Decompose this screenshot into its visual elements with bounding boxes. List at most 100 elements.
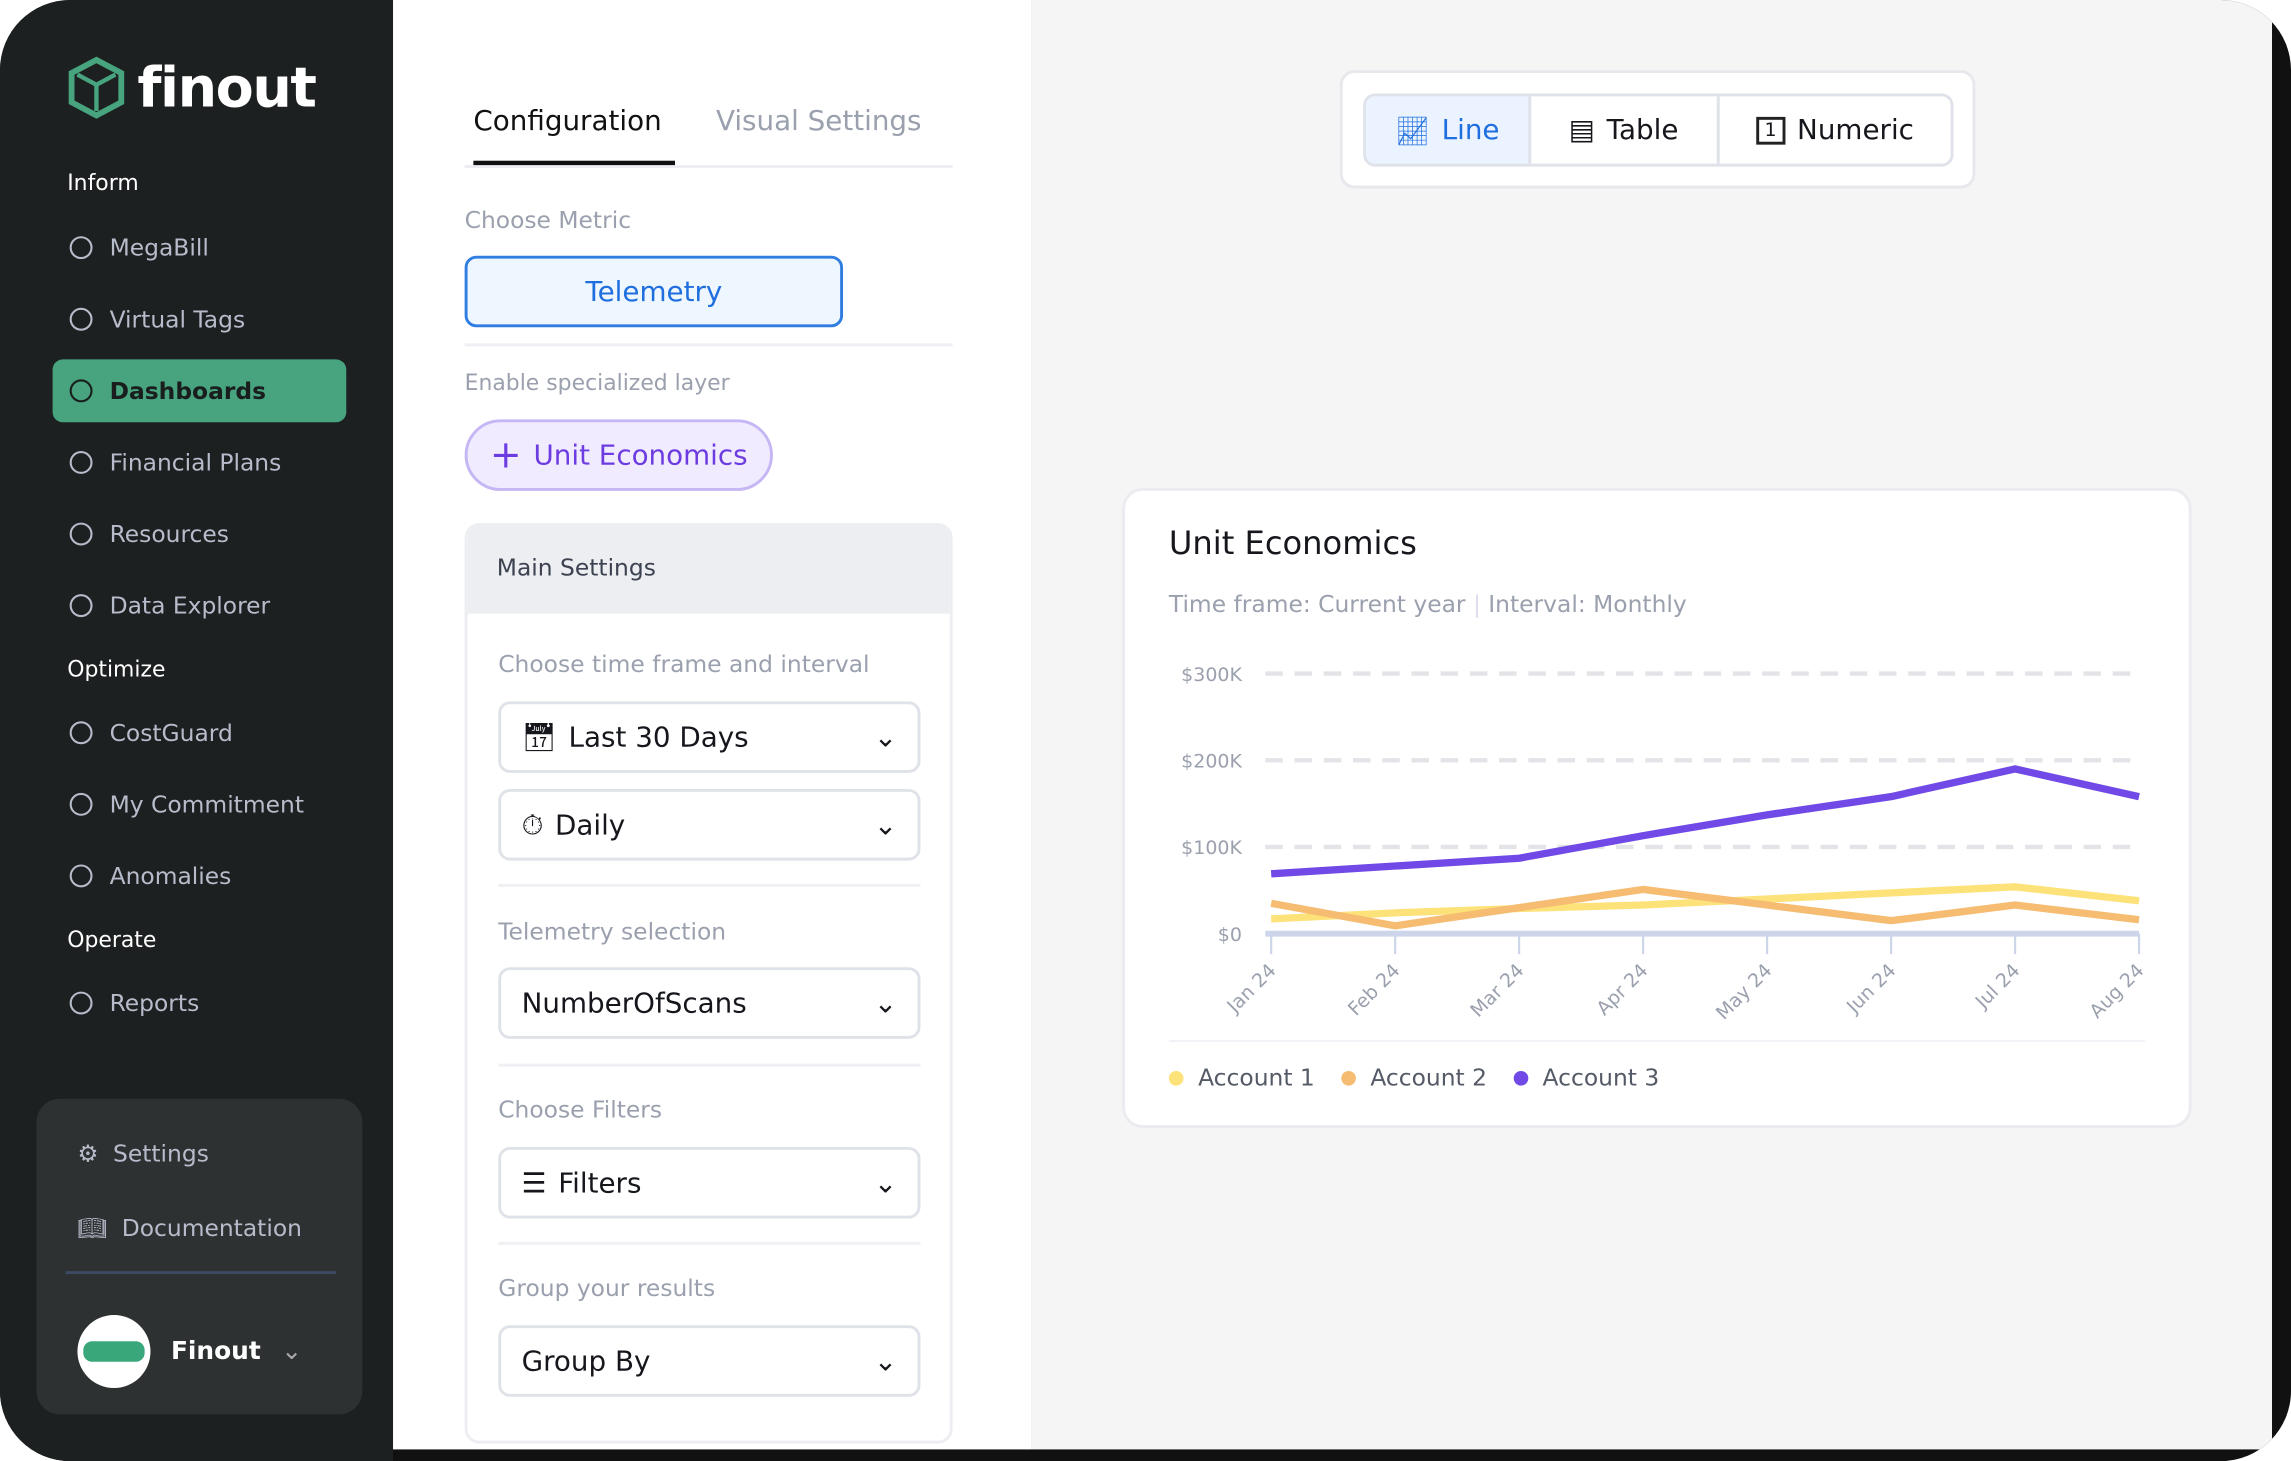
chart-card: Unit Economics Time frame: Current year …	[1122, 488, 2192, 1128]
clipboard-icon	[69, 991, 93, 1015]
sidebar-bottom-panel: ⚙ Settings 📖︎ Documentation Finout ⌄	[36, 1098, 363, 1415]
legend-label: Account 3	[1542, 1063, 1660, 1092]
app-window: finout Inform MegaBill Virtual Tags Dashboa…	[0, 0, 2291, 1461]
x-tick-label: Jul 24	[1971, 960, 2025, 1014]
sidebar-item-label: Dashboards	[109, 376, 267, 405]
tab-configuration[interactable]: Configuration	[473, 105, 676, 166]
x-tick-label: Apr 24	[1592, 960, 1652, 1020]
shield-check-icon	[69, 721, 93, 745]
line-view-button[interactable]: 📈︎ Line	[1366, 96, 1532, 164]
sidebar-item-costguard[interactable]: CostGuard	[53, 701, 347, 764]
table-icon	[69, 522, 93, 546]
sidebar-item-my-commitment[interactable]: My Commitment	[53, 773, 347, 836]
divider	[464, 343, 953, 347]
sidebar-item-label: Virtual Tags	[109, 305, 246, 334]
sidebar-item-resources[interactable]: Resources	[53, 503, 347, 566]
sidebar-item-label: Reports	[109, 989, 200, 1017]
chevron-down-icon: ⌄	[873, 986, 898, 1020]
y-tick-label: $100K	[1181, 837, 1242, 859]
legend-label: Account 1	[1198, 1063, 1315, 1092]
numeric-icon: 1	[1755, 116, 1786, 144]
user-menu[interactable]: Finout ⌄	[77, 1314, 302, 1389]
main-settings: Main Settings Choose time frame and inte…	[464, 523, 953, 1444]
settings-link[interactable]: ⚙ Settings	[77, 1140, 208, 1168]
series-line-3	[1270, 765, 2140, 878]
sidebar-item-reports[interactable]: Reports	[53, 972, 347, 1035]
group-by-select[interactable]: Group By ⌄	[498, 1325, 921, 1397]
y-tick-label: $300K	[1181, 664, 1242, 686]
chevron-down-icon: ⌄	[873, 1166, 898, 1199]
sidebar-item-megabill[interactable]: MegaBill	[53, 216, 347, 279]
y-tick-label: $0	[1218, 924, 1242, 946]
finout-cube-icon	[68, 56, 125, 119]
sidebar-item-data-explorer[interactable]: Data Explorer	[53, 574, 347, 637]
wallet-icon	[69, 792, 93, 816]
series-line-2	[1270, 885, 2140, 930]
sidebar-item-label: MegaBill	[109, 233, 209, 262]
chart-legend: Account 1 Account 2 Account 3	[1168, 1063, 1660, 1092]
telemetry-select[interactable]: NumberOfScans ⌄	[498, 967, 921, 1039]
sidebar-item-financial-plans[interactable]: Financial Plans	[53, 431, 347, 494]
specialized-layer-label: Enable specialized layer	[464, 369, 730, 396]
telemetry-button[interactable]: Telemetry	[464, 255, 844, 328]
documentation-link[interactable]: 📖︎ Documentation	[77, 1214, 302, 1242]
filters-label: Choose Filters	[498, 1095, 663, 1124]
legend-dot	[1341, 1070, 1356, 1085]
legend-item[interactable]: Account 3	[1513, 1063, 1660, 1092]
legend-item[interactable]: Account 2	[1341, 1063, 1488, 1092]
sidebar-item-virtual-tags[interactable]: Virtual Tags	[53, 288, 347, 351]
plus-icon: +	[489, 433, 522, 478]
x-tick-label: May 24	[1712, 960, 1777, 1025]
unit-economics-button[interactable]: + Unit Economics	[464, 419, 773, 491]
x-tick-label: Jan 24	[1222, 960, 1280, 1018]
chevron-down-icon: ⌄	[873, 1344, 898, 1378]
time-frame-select[interactable]: 📅︎ Last 30 Days ⌄	[498, 701, 921, 773]
sidebar-item-label: Anomalies	[109, 862, 232, 890]
logo[interactable]: finout	[64, 56, 317, 120]
view-toggle: 📈︎ Line ▤ Table 1 Numeric	[1339, 70, 1976, 189]
table-icon: ▤	[1568, 113, 1595, 147]
section-label: Inform	[67, 169, 139, 196]
x-tick-label: Aug 24	[2085, 960, 2148, 1023]
table-view-button[interactable]: ▤ Table	[1531, 96, 1720, 164]
interval-select[interactable]: ⏱︎ Daily ⌄	[498, 788, 921, 861]
book-icon: 📖︎	[77, 1214, 108, 1242]
y-tick-label: $200K	[1181, 751, 1242, 773]
dollar-circle-icon	[69, 236, 93, 260]
divider	[498, 1241, 921, 1245]
filters-select[interactable]: ☰ Filters ⌄	[498, 1146, 921, 1219]
config-tabs: Configuration Visual Settings	[464, 96, 953, 169]
grid-icon	[69, 379, 93, 403]
sidebar: finout Inform MegaBill Virtual Tags Dashboa…	[0, 0, 394, 1461]
sidebar-item-label: Financial Plans	[109, 448, 282, 477]
sidebar-item-anomalies[interactable]: Anomalies	[53, 845, 347, 908]
tag-icon	[69, 307, 93, 331]
line-chart-icon: 📈︎	[1394, 114, 1430, 147]
telemetry-selection-label: Telemetry selection	[498, 917, 727, 946]
line-chart: $0 $100K $200K $300K Jan 24 Feb 24 Mar 24 Apr 2…	[1181, 664, 2148, 1025]
x-tick-label: Feb 24	[1344, 960, 1405, 1021]
numeric-view-button[interactable]: 1 Numeric	[1719, 96, 1950, 163]
chevron-down-icon: ⌄	[873, 721, 898, 754]
chevron-down-icon: ⌄	[873, 808, 898, 841]
stopwatch-icon: ⏱︎	[521, 808, 544, 841]
sidebar-item-dashboards[interactable]: Dashboards	[52, 359, 347, 423]
filter-icon: ☰	[521, 1166, 547, 1199]
section-label: Operate	[67, 926, 157, 953]
x-tick-label: Mar 24	[1466, 960, 1528, 1022]
avatar	[77, 1314, 151, 1389]
x-tick-label: Jun 24	[1842, 960, 1901, 1019]
divider	[498, 883, 921, 887]
calendar-icon: 📅︎	[521, 721, 557, 754]
config-panel: Configuration Visual Settings Choose Met…	[393, 0, 1032, 1450]
tab-visual-settings[interactable]: Visual Settings	[716, 105, 922, 137]
divider	[65, 1271, 337, 1275]
compass-icon	[69, 594, 93, 618]
time-frame-label: Choose time frame and interval	[498, 650, 870, 678]
sidebar-item-label: Resources	[109, 520, 229, 548]
legend-dot	[1513, 1070, 1528, 1085]
pulse-icon	[69, 864, 93, 888]
legend-label: Account 2	[1370, 1063, 1488, 1092]
legend-item[interactable]: Account 1	[1168, 1063, 1315, 1092]
divider	[498, 1063, 921, 1067]
